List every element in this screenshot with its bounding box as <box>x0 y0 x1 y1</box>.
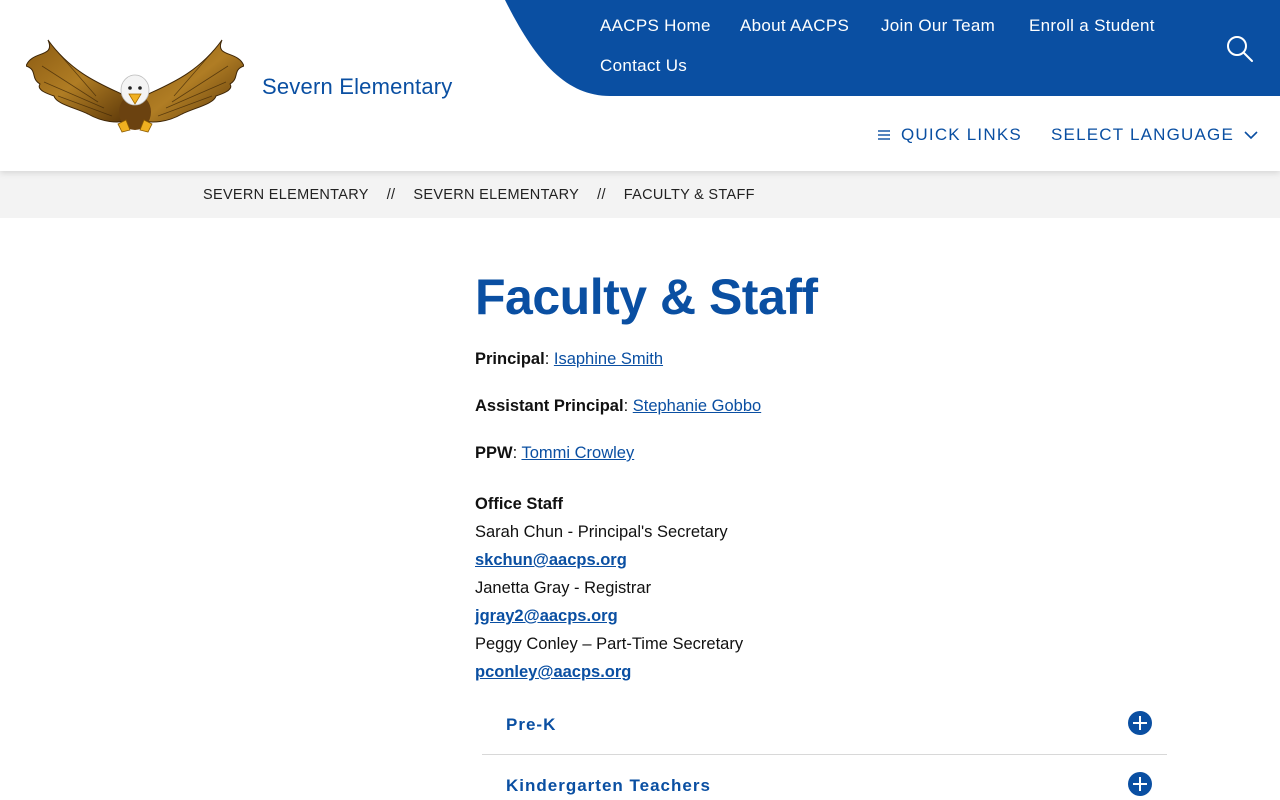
search-icon <box>1227 36 1253 62</box>
assistant-principal-name-link[interactable]: Stephanie Gobbo <box>633 397 761 415</box>
quick-links-label: Quick Links <box>901 125 1022 144</box>
nav-background <box>505 0 1280 96</box>
breadcrumb-item[interactable]: Severn Elementary <box>413 187 579 203</box>
quick-links-button[interactable]: Quick Links <box>878 125 1022 145</box>
nav-contact-us[interactable]: Contact Us <box>600 56 687 76</box>
accordion-label: Kindergarten Teachers <box>506 776 711 795</box>
assistant-principal-label: Assistant Principal <box>475 397 624 415</box>
staff-email-link[interactable]: pconley@aacps.org <box>475 658 743 686</box>
assistant-principal-line: Assistant Principal: Stephanie Gobbo <box>475 397 762 415</box>
staff-member: Peggy Conley – Part-Time Secretary <box>475 635 744 653</box>
accordion-label: Pre-K <box>506 715 557 734</box>
principal-line: Principal: Isaphine Smith <box>475 350 664 368</box>
page-title: Faculty & Staff <box>475 269 818 325</box>
ppw-label: PPW <box>475 444 513 462</box>
office-staff-section: Office Staff Sarah Chun - Principal's Se… <box>475 490 743 686</box>
staff-member: Sarah Chun - Principal's Secretary <box>475 523 728 541</box>
breadcrumb-separator: // <box>597 187 606 203</box>
nav-enroll-a-student[interactable]: Enroll a Student <box>1029 16 1155 36</box>
select-language-label: Select Language <box>1051 125 1235 144</box>
staff-email-link[interactable]: skchun@aacps.org <box>475 546 743 574</box>
accordion-kindergarten-teachers[interactable]: Kindergarten Teachers <box>482 758 1167 800</box>
plus-circle-icon[interactable] <box>1128 711 1152 735</box>
breadcrumb-item[interactable]: Severn Elementary <box>203 187 369 203</box>
principal-name-link[interactable]: Isaphine Smith <box>554 350 663 368</box>
breadcrumb-separator: // <box>386 187 396 203</box>
ppw-line: PPW: Tommi Crowley <box>475 444 635 462</box>
staff-email-link[interactable]: jgray2@aacps.org <box>475 602 743 630</box>
staff-member: Janetta Gray - Registrar <box>475 579 652 597</box>
site-header: Severn Elementary AACPS Home About AACPS… <box>0 0 1280 171</box>
search-button[interactable] <box>1226 34 1254 64</box>
select-language-button[interactable]: Select Language <box>1051 125 1258 145</box>
breadcrumb: Severn Elementary // Severn Elementary /… <box>0 171 1280 218</box>
main-content: Faculty & Staff Principal: Isaphine Smit… <box>475 268 1175 681</box>
chevron-down-icon <box>1244 131 1258 140</box>
divider <box>482 754 1167 755</box>
nav-about-aacps[interactable]: About AACPS <box>740 16 849 36</box>
office-staff-heading: Office Staff <box>475 495 564 513</box>
principal-label: Principal <box>475 350 545 368</box>
ppw-name-link[interactable]: Tommi Crowley <box>521 444 634 462</box>
accordion-pre-k[interactable]: Pre-K <box>482 697 1167 755</box>
eagle-logo[interactable] <box>25 36 245 136</box>
menu-lines-icon <box>878 130 890 140</box>
breadcrumb-current: Faculty & Staff <box>623 187 755 203</box>
plus-circle-icon[interactable] <box>1128 772 1152 796</box>
nav-aacps-home[interactable]: AACPS Home <box>600 16 711 36</box>
school-name-link[interactable]: Severn Elementary <box>262 74 453 100</box>
nav-join-our-team[interactable]: Join Our Team <box>881 16 995 36</box>
